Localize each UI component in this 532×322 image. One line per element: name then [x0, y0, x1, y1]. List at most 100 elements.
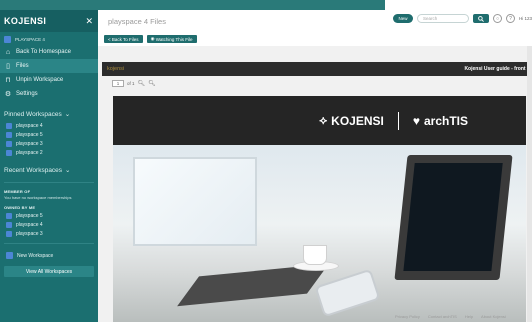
- sidebar-item-label: Settings: [16, 91, 38, 97]
- viewer-header: kojensi Kojensi User guide - front p: [102, 62, 532, 76]
- laptop-screen: [403, 163, 503, 271]
- watch-label: Watching This File: [155, 36, 193, 42]
- pinned-workspace-item[interactable]: playspace 5: [0, 130, 98, 139]
- back-to-files-button[interactable]: < Back To Files: [104, 35, 143, 43]
- current-workspace[interactable]: PLAYSPACE 4: [4, 36, 94, 43]
- kojensi-wordmark: KOJENSI: [331, 113, 384, 128]
- zoom-in-icon[interactable]: 🔍︎: [148, 80, 156, 87]
- user-greeting[interactable]: Hi 123: [519, 16, 532, 21]
- sidebar: KOJENSI ✕ PLAYSPACE 4 ⌂ Back To Homespac…: [0, 10, 98, 322]
- zoom-out-icon[interactable]: 🔍︎: [138, 80, 146, 87]
- owned-workspace-item[interactable]: playspace 3: [0, 229, 98, 238]
- sidebar-item-label: Files: [16, 63, 29, 69]
- page-title: playspace 4 Files: [108, 16, 166, 26]
- workspace-icon: [6, 140, 12, 147]
- kojensi-brand: ⟡ KOJENSI: [319, 113, 384, 128]
- notifications-icon[interactable]: ○: [492, 14, 502, 23]
- file-icon: ▯: [6, 63, 10, 70]
- gear-icon: ⚙: [4, 91, 12, 98]
- sidebar-item-files[interactable]: ▯ Files: [0, 59, 98, 73]
- page-number-input[interactable]: 1: [112, 80, 124, 87]
- chevron-down-icon: ⌄: [64, 111, 71, 118]
- cover-photo: [113, 145, 526, 322]
- workspace-name: playspace 3: [16, 140, 43, 147]
- workspace-name: playspace 3: [16, 230, 43, 237]
- member-of-heading: MEMBER OF: [4, 189, 31, 194]
- footer-links: Privacy Policy Contact archTIS Help Abou…: [395, 314, 506, 319]
- sidebar-item-unpin[interactable]: ⊓ Unpin Workspace: [0, 73, 98, 87]
- document-viewer: kojensi Kojensi User guide - front p 1 o…: [98, 46, 532, 322]
- view-all-workspaces-button[interactable]: View All Workspaces: [4, 266, 94, 277]
- workspace-icon: [6, 149, 12, 156]
- plus-icon: [6, 252, 13, 259]
- footer-link[interactable]: Privacy Policy: [395, 314, 420, 319]
- owned-workspace-item[interactable]: playspace 4: [0, 220, 98, 229]
- chevron-down-icon: ⌄: [65, 167, 71, 174]
- sidebar-item-label: Unpin Workspace: [16, 77, 64, 83]
- workspace-name: playspace 5: [16, 131, 43, 138]
- member-of-note: You have no workspace memberships: [4, 195, 72, 200]
- viewer-scrollbar[interactable]: [527, 46, 532, 322]
- workspace-icon: [4, 36, 11, 43]
- document-title: Kojensi User guide - front p: [464, 66, 530, 72]
- owned-workspace-item[interactable]: playspace 5: [0, 211, 98, 220]
- app-window: KOJENSI ✕ PLAYSPACE 4 ⌂ Back To Homespac…: [0, 0, 532, 322]
- divider: [4, 182, 94, 183]
- help-icon[interactable]: ?: [505, 14, 515, 23]
- topbar-actions: New Search ○ ? Hi 123: [392, 14, 532, 23]
- archtis-brand: ♥ archTIS: [413, 114, 468, 128]
- footer-link[interactable]: Help: [465, 314, 473, 319]
- workspace-icon: [6, 122, 12, 129]
- topbar: playspace 4 Files New Search ○ ? Hi 123: [98, 10, 532, 33]
- viewer-logo: kojensi: [107, 66, 125, 72]
- new-workspace-label: New Workspace: [17, 252, 54, 259]
- owned-heading: OWNED BY ME: [4, 205, 36, 210]
- viewer-toolbar: 1 of 1 🔍︎ 🔍︎: [112, 80, 156, 87]
- laptop-image: [394, 155, 513, 280]
- divider: [4, 243, 94, 244]
- search-input[interactable]: Search: [416, 14, 469, 23]
- recent-title: Recent Workspaces: [4, 166, 63, 174]
- pinned-workspace-item[interactable]: playspace 2: [0, 148, 98, 157]
- new-workspace-button[interactable]: New Workspace: [0, 249, 98, 262]
- phone-image: [314, 268, 381, 318]
- workspace-label: PLAYSPACE 4: [15, 37, 45, 42]
- sidebar-item-label: Back To Homespace: [16, 49, 71, 55]
- workspace-name: playspace 5: [16, 212, 43, 219]
- cover-banner: ⟡ KOJENSI ♥ archTIS: [113, 96, 526, 145]
- sidebar-item-settings[interactable]: ⚙ Settings: [0, 87, 98, 101]
- kojensi-logo-icon: ⟡: [319, 113, 328, 127]
- workspace-name: playspace 4: [16, 221, 43, 228]
- workspace-icon: [6, 212, 12, 219]
- archtis-logo-icon: ♥: [412, 113, 420, 128]
- workspace-icon: [6, 221, 12, 228]
- sidebar-header: KOJENSI ✕: [0, 10, 98, 32]
- pinned-title: Pinned Workspaces: [4, 110, 62, 118]
- file-actions: < Back To Files ◉ Watching This File: [98, 32, 532, 46]
- coffee-cup-image: [303, 245, 327, 265]
- recent-workspaces-toggle[interactable]: Recent Workspaces ⌄: [0, 163, 98, 177]
- search-button[interactable]: [472, 14, 489, 23]
- archtis-wordmark: archTIS: [423, 113, 468, 128]
- watch-file-button[interactable]: ◉ Watching This File: [146, 35, 197, 43]
- close-icon[interactable]: ✕: [85, 16, 93, 27]
- workspace-icon: [6, 230, 12, 237]
- footer-link[interactable]: Contact archTIS: [428, 314, 457, 319]
- pinned-workspace-item[interactable]: playspace 3: [0, 139, 98, 148]
- page-total: of 1: [127, 81, 135, 86]
- pin-icon: ⊓: [5, 77, 11, 84]
- workspace-icon: [6, 131, 12, 138]
- brand-divider: [397, 111, 399, 130]
- workspace-name: playspace 2: [16, 149, 43, 156]
- pinned-workspaces-toggle[interactable]: Pinned Workspaces ⌄: [0, 107, 98, 121]
- home-icon: ⌂: [5, 48, 11, 56]
- document-page: ⟡ KOJENSI ♥ archTIS: [113, 96, 526, 322]
- footer-link[interactable]: About Kojensi: [481, 314, 506, 319]
- pinned-workspace-item[interactable]: playspace 4: [0, 121, 98, 130]
- app-logo: KOJENSI: [4, 16, 47, 26]
- new-button[interactable]: New: [392, 14, 413, 23]
- window-image: [133, 157, 257, 246]
- search-icon: [478, 15, 484, 22]
- sidebar-item-back-home[interactable]: ⌂ Back To Homespace: [0, 45, 98, 59]
- workspace-name: playspace 4: [16, 122, 43, 129]
